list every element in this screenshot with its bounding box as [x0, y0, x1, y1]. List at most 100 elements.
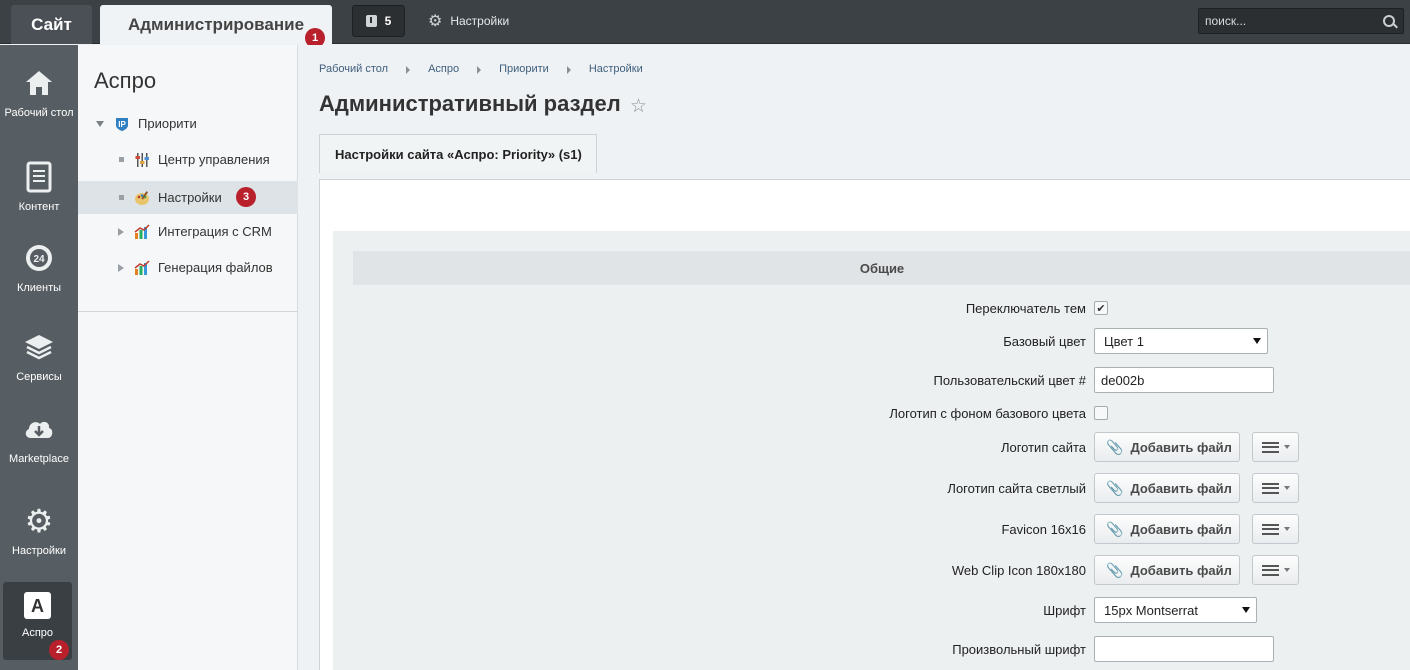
expand-arrow-icon[interactable]: [96, 120, 104, 127]
field-label: Логотип сайта светлый: [947, 480, 1086, 496]
add-file-button[interactable]: 📎 Добавить файл: [1094, 432, 1240, 462]
nav-services[interactable]: Сервисы: [0, 329, 78, 383]
search-input[interactable]: [1205, 14, 1383, 28]
tab-administration[interactable]: Администрирование: [100, 5, 332, 44]
left-nav: Рабочий стол Контент 24 Клиенты Сервисы …: [0, 45, 78, 670]
field-label: Шрифт: [1043, 602, 1086, 618]
file-menu-button[interactable]: [1252, 555, 1299, 585]
select-value: 15px Montserrat: [1104, 602, 1198, 618]
gear-icon: ⚙: [428, 13, 443, 30]
add-file-label: Добавить файл: [1130, 480, 1232, 496]
row-custom-font: Произвольный шрифт: [333, 636, 1410, 662]
nav-marketplace[interactable]: Marketplace: [0, 411, 78, 465]
menu-icon: [1261, 441, 1279, 453]
notifications-button[interactable]: 5: [352, 5, 405, 37]
custom-color-input[interactable]: [1094, 367, 1274, 393]
menu-item-control-center[interactable]: Центр управления: [78, 143, 298, 176]
bullet-icon: [119, 195, 124, 200]
tab-site[interactable]: Сайт: [11, 5, 92, 44]
add-file-label: Добавить файл: [1130, 521, 1232, 537]
breadcrumb-item[interactable]: Аспро: [428, 63, 459, 75]
row-webclip: Web Clip Icon 180x180 📎 Добавить файл: [333, 554, 1410, 586]
tab-site-settings[interactable]: Настройки сайта «Аспро: Priority» (s1): [319, 134, 597, 173]
menu-item-file-generation[interactable]: Генерация файлов: [78, 251, 298, 284]
dropdown-caret-icon: [1283, 568, 1290, 572]
expand-arrow-icon[interactable]: [118, 263, 124, 272]
menu-item-priority[interactable]: IP Приорити: [78, 107, 298, 140]
expand-arrow-icon[interactable]: [118, 227, 124, 236]
breadcrumb-item[interactable]: Настройки: [589, 63, 643, 75]
home-icon: [21, 65, 57, 101]
field-label: Логотип сайта: [1000, 439, 1086, 455]
page-title: Административный раздел: [319, 91, 621, 116]
row-logo-bg: Логотип с фоном базового цвета: [333, 400, 1410, 426]
field-label: Произвольный шрифт: [952, 641, 1086, 657]
menu-item-settings[interactable]: Настройки: [78, 181, 298, 214]
row-font: Шрифт 15px Montserrat: [333, 597, 1410, 623]
breadcrumb-item[interactable]: Рабочий стол: [319, 63, 388, 75]
select-value: Цвет 1: [1104, 333, 1144, 349]
file-menu-button[interactable]: [1252, 473, 1299, 503]
menu-item-label: Генерация файлов: [158, 260, 273, 275]
notification-icon: [365, 15, 377, 27]
custom-font-input[interactable]: [1094, 636, 1274, 662]
row-theme-switcher: Переключатель тем ✔: [333, 295, 1410, 321]
section-header: Общие: [353, 251, 1410, 285]
dropdown-caret-icon: [1242, 607, 1250, 613]
svg-text:IP: IP: [118, 120, 126, 129]
star-icon[interactable]: ☆: [630, 95, 647, 118]
file-menu-button[interactable]: [1252, 514, 1299, 544]
breadcrumb-item[interactable]: Приорити: [499, 63, 549, 75]
base-color-select[interactable]: Цвет 1: [1094, 328, 1268, 354]
nav-settings-label: Настройки: [12, 545, 66, 557]
nav-desktop-label: Рабочий стол: [4, 107, 74, 119]
field-label: Базовый цвет: [1003, 333, 1086, 349]
aspro-a-icon: A: [24, 592, 51, 619]
paperclip-icon: 📎: [1106, 520, 1124, 537]
top-settings-label: Настройки: [450, 14, 510, 28]
menu-item-crm-integration[interactable]: Интеграция с CRM: [78, 215, 298, 248]
row-logo-light: Логотип сайта светлый 📎 Добавить файл: [333, 472, 1410, 504]
field-label: Web Clip Icon 180x180: [951, 562, 1086, 578]
dropdown-caret-icon: [1253, 338, 1261, 344]
nav-marketplace-label: Marketplace: [9, 453, 69, 465]
menu-item-label: Центр управления: [158, 152, 270, 167]
svg-text:24: 24: [33, 254, 45, 265]
chart-icon: [134, 223, 150, 240]
add-file-label: Добавить файл: [1130, 439, 1232, 455]
main-content: Рабочий стол Аспро Приорити Настройки Ад…: [299, 45, 1410, 670]
top-settings-link[interactable]: ⚙ Настройки: [428, 5, 509, 37]
menu-item-label: Приорити: [138, 116, 197, 131]
font-select[interactable]: 15px Montserrat: [1094, 597, 1257, 623]
chart-icon: [134, 259, 150, 276]
nav-services-label: Сервисы: [16, 371, 62, 383]
logo-bg-checkbox[interactable]: [1094, 406, 1108, 420]
nav-settings[interactable]: ⚙ Настройки: [0, 503, 78, 557]
nav-clients[interactable]: 24 Клиенты: [0, 240, 78, 294]
breadcrumb-separator-icon: [406, 66, 411, 74]
submenu-title: Аспро: [94, 68, 157, 93]
document-icon: [21, 159, 57, 195]
nav-aspro-label: Аспро: [21, 627, 54, 639]
search-icon[interactable]: [1383, 15, 1395, 27]
breadcrumb-separator-icon: [477, 66, 482, 74]
row-logo: Логотип сайта 📎 Добавить файл: [333, 431, 1410, 463]
add-file-button[interactable]: 📎 Добавить файл: [1094, 514, 1240, 544]
add-file-button[interactable]: 📎 Добавить файл: [1094, 473, 1240, 503]
cloud-download-icon: [21, 411, 57, 447]
paperclip-icon: 📎: [1106, 438, 1124, 455]
nav-desktop[interactable]: Рабочий стол: [0, 65, 78, 119]
gear-icon: ⚙: [24, 503, 54, 539]
settings-panel: Общие Переключатель тем ✔ Базовый цвет Ц…: [319, 180, 1410, 670]
file-menu-button[interactable]: [1252, 432, 1299, 462]
layers-icon: [21, 329, 57, 365]
theme-switcher-checkbox[interactable]: ✔: [1094, 301, 1108, 315]
add-file-button[interactable]: 📎 Добавить файл: [1094, 555, 1240, 585]
dropdown-caret-icon: [1283, 527, 1290, 531]
nav-content[interactable]: Контент: [0, 159, 78, 213]
nav-content-label: Контент: [18, 201, 60, 213]
sliders-icon: [134, 152, 150, 168]
menu-icon: [1261, 523, 1279, 535]
priority-logo-icon: IP: [114, 116, 130, 132]
menu-item-label: Интеграция с CRM: [158, 224, 272, 239]
